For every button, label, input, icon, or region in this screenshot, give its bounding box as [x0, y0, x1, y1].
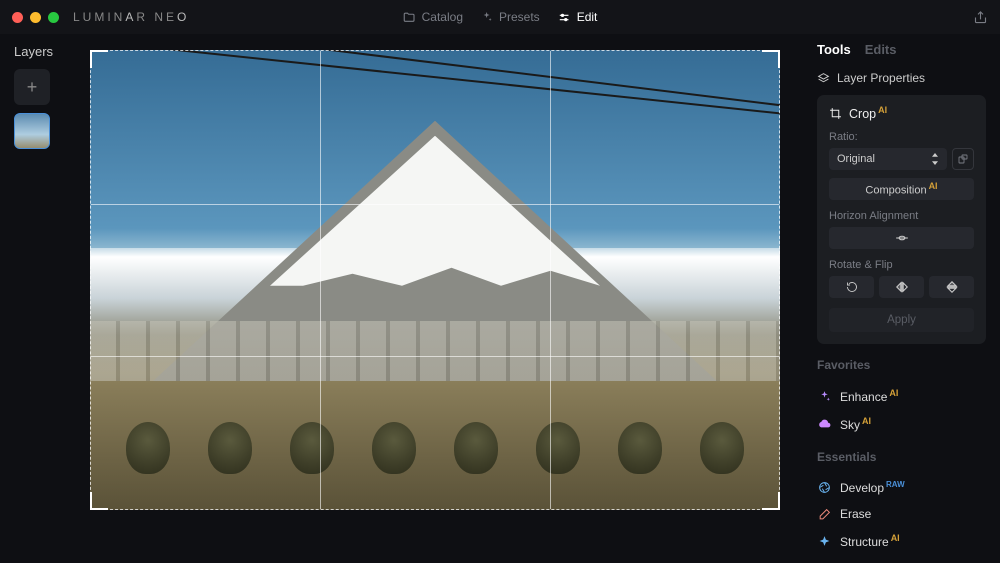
- tool-sky[interactable]: SkyAI: [817, 410, 986, 438]
- tool-color[interactable]: Color: [817, 555, 986, 563]
- tools-panel: Tools Edits Layer Properties CropAI Rati…: [805, 34, 1000, 563]
- tab-tools[interactable]: Tools: [817, 42, 851, 57]
- structure-icon: [817, 534, 831, 548]
- aperture-icon: [817, 481, 831, 495]
- window-controls[interactable]: [12, 12, 59, 23]
- maximize-window-button[interactable]: [48, 12, 59, 23]
- swap-orientation-button[interactable]: [952, 148, 974, 170]
- horizon-alignment-button[interactable]: [829, 227, 974, 249]
- nav-edit-label: Edit: [577, 10, 598, 24]
- chevron-updown-icon: [931, 153, 939, 165]
- crop-title: Crop: [849, 107, 876, 121]
- rotate-icon: [846, 281, 858, 293]
- tool-erase[interactable]: Erase: [817, 501, 986, 527]
- tool-structure-label: Structure: [840, 535, 889, 549]
- ratio-value: Original: [837, 153, 875, 165]
- close-window-button[interactable]: [12, 12, 23, 23]
- crop-tool-card: CropAI Ratio: Original CompositionAI Hor…: [817, 95, 986, 344]
- tool-enhance[interactable]: EnhanceAI: [817, 382, 986, 410]
- tool-sky-label: Sky: [840, 418, 860, 432]
- plus-icon: +: [27, 77, 38, 98]
- canvas[interactable]: [90, 50, 780, 510]
- flip-horizontal-icon: [895, 281, 909, 293]
- nav-presets[interactable]: Presets: [481, 10, 540, 24]
- ai-badge: AI: [889, 388, 898, 398]
- tool-structure[interactable]: StructureAI: [817, 527, 986, 555]
- nav-edit[interactable]: Edit: [558, 10, 598, 24]
- ai-badge: AI: [891, 533, 900, 543]
- tool-enhance-label: Enhance: [840, 390, 887, 404]
- ai-badge: AI: [862, 416, 871, 426]
- sparkle-icon: [481, 11, 493, 23]
- nav-catalog-label: Catalog: [422, 10, 463, 24]
- add-layer-button[interactable]: +: [14, 69, 50, 105]
- sliders-icon: [558, 11, 571, 24]
- composition-label: Composition: [865, 185, 926, 197]
- horizon-icon: [895, 233, 909, 243]
- tool-develop-label: Develop: [840, 481, 884, 495]
- share-button[interactable]: [973, 10, 988, 25]
- layer-thumbnail[interactable]: [14, 113, 50, 149]
- layers-icon: [817, 72, 830, 85]
- ratio-label: Ratio:: [829, 131, 974, 143]
- composition-button[interactable]: CompositionAI: [829, 178, 974, 200]
- photo-preview: [90, 50, 780, 510]
- minimize-window-button[interactable]: [30, 12, 41, 23]
- layer-properties-label: Layer Properties: [837, 71, 925, 85]
- crop-icon: [829, 107, 842, 120]
- nav-catalog[interactable]: Catalog: [403, 10, 463, 24]
- cloud-icon: [817, 417, 831, 431]
- crop-tool-header[interactable]: CropAI: [829, 105, 974, 121]
- rotate-flip-label: Rotate & Flip: [829, 259, 974, 271]
- favorites-section: Favorites: [817, 358, 986, 372]
- ai-badge: AI: [878, 105, 887, 115]
- tab-edits[interactable]: Edits: [865, 42, 897, 57]
- folder-icon: [403, 11, 416, 24]
- flip-vertical-icon: [946, 280, 958, 294]
- layer-properties-button[interactable]: Layer Properties: [817, 71, 986, 85]
- tool-erase-label: Erase: [840, 507, 871, 521]
- sparkle-icon: [817, 389, 831, 403]
- layers-title: Layers: [14, 44, 70, 59]
- ai-badge: AI: [929, 181, 938, 191]
- rotate-button[interactable]: [829, 276, 874, 298]
- apply-button[interactable]: Apply: [829, 308, 974, 332]
- flip-horizontal-button[interactable]: [879, 276, 924, 298]
- flip-vertical-button[interactable]: [929, 276, 974, 298]
- app-logo: LUMINAR NEO: [73, 10, 189, 24]
- essentials-section: Essentials: [817, 450, 986, 464]
- apply-label: Apply: [887, 314, 916, 326]
- eraser-icon: [817, 507, 831, 521]
- top-nav: Catalog Presets Edit: [403, 10, 598, 24]
- ratio-select[interactable]: Original: [829, 148, 947, 170]
- nav-presets-label: Presets: [499, 10, 540, 24]
- layers-panel: Layers +: [0, 34, 70, 563]
- horizon-label: Horizon Alignment: [829, 210, 974, 222]
- tool-develop[interactable]: DevelopRAW: [817, 474, 986, 501]
- raw-badge: RAW: [886, 480, 905, 489]
